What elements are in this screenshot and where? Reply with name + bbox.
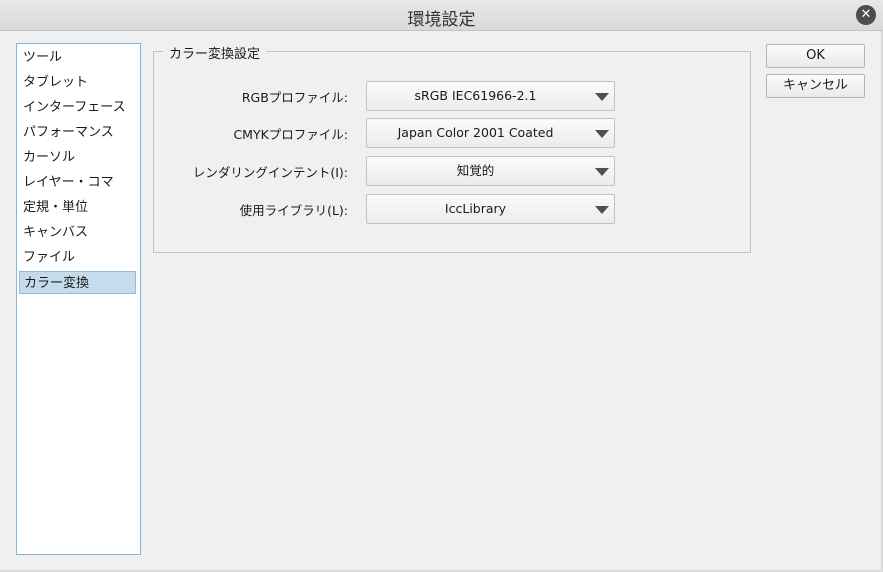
rgb-profile-label: RGBプロファイル: [241,90,348,105]
sidebar-item-ruler-unit[interactable]: 定規・単位 [19,196,136,219]
ok-button[interactable]: OK [766,44,865,68]
category-list: ツール タブレット インターフェース パフォーマンス カーソル レイヤー・コマ … [16,43,141,555]
library-select[interactable]: IccLibrary [366,194,615,224]
library-label: 使用ライブラリ(L): [239,203,348,218]
cmyk-profile-value: Japan Color 2001 Coated [397,125,554,140]
chevron-down-icon [595,93,609,101]
sidebar-item-cursor[interactable]: カーソル [19,146,136,169]
rendering-intent-label: レンダリングインテント(I): [192,165,348,180]
window-title: 環境設定 [407,10,476,30]
sidebar-item-tool[interactable]: ツール [19,46,136,69]
cmyk-profile-label: CMYKプロファイル: [233,127,348,142]
sidebar-item-file[interactable]: ファイル [19,246,136,269]
cmyk-profile-select[interactable]: Japan Color 2001 Coated [366,118,615,148]
rendering-intent-value: 知覚的 [456,163,495,178]
sidebar-item-canvas[interactable]: キャンバス [19,221,136,244]
sidebar-item-layer-frame[interactable]: レイヤー・コマ [19,171,136,194]
group-title: カラー変換設定 [163,43,267,62]
library-value: IccLibrary [444,201,507,216]
title-bar: 環境設定 ✕ [0,0,883,31]
close-icon[interactable]: ✕ [856,5,876,25]
sidebar-item-tablet[interactable]: タブレット [19,71,136,94]
rgb-profile-select[interactable]: sRGB IEC61966-2.1 [366,81,615,111]
rgb-profile-value: sRGB IEC61966-2.1 [414,88,537,103]
sidebar-item-color-conversion[interactable]: カラー変換 [19,271,136,294]
chevron-down-icon [595,130,609,138]
sidebar-item-performance[interactable]: パフォーマンス [19,121,136,144]
rendering-intent-select[interactable]: 知覚的 [366,156,615,186]
sidebar-item-interface[interactable]: インターフェース [19,96,136,119]
chevron-down-icon [595,206,609,214]
cancel-button[interactable]: キャンセル [766,74,865,98]
dialog-body: ツール タブレット インターフェース パフォーマンス カーソル レイヤー・コマ … [0,31,883,572]
chevron-down-icon [595,168,609,176]
